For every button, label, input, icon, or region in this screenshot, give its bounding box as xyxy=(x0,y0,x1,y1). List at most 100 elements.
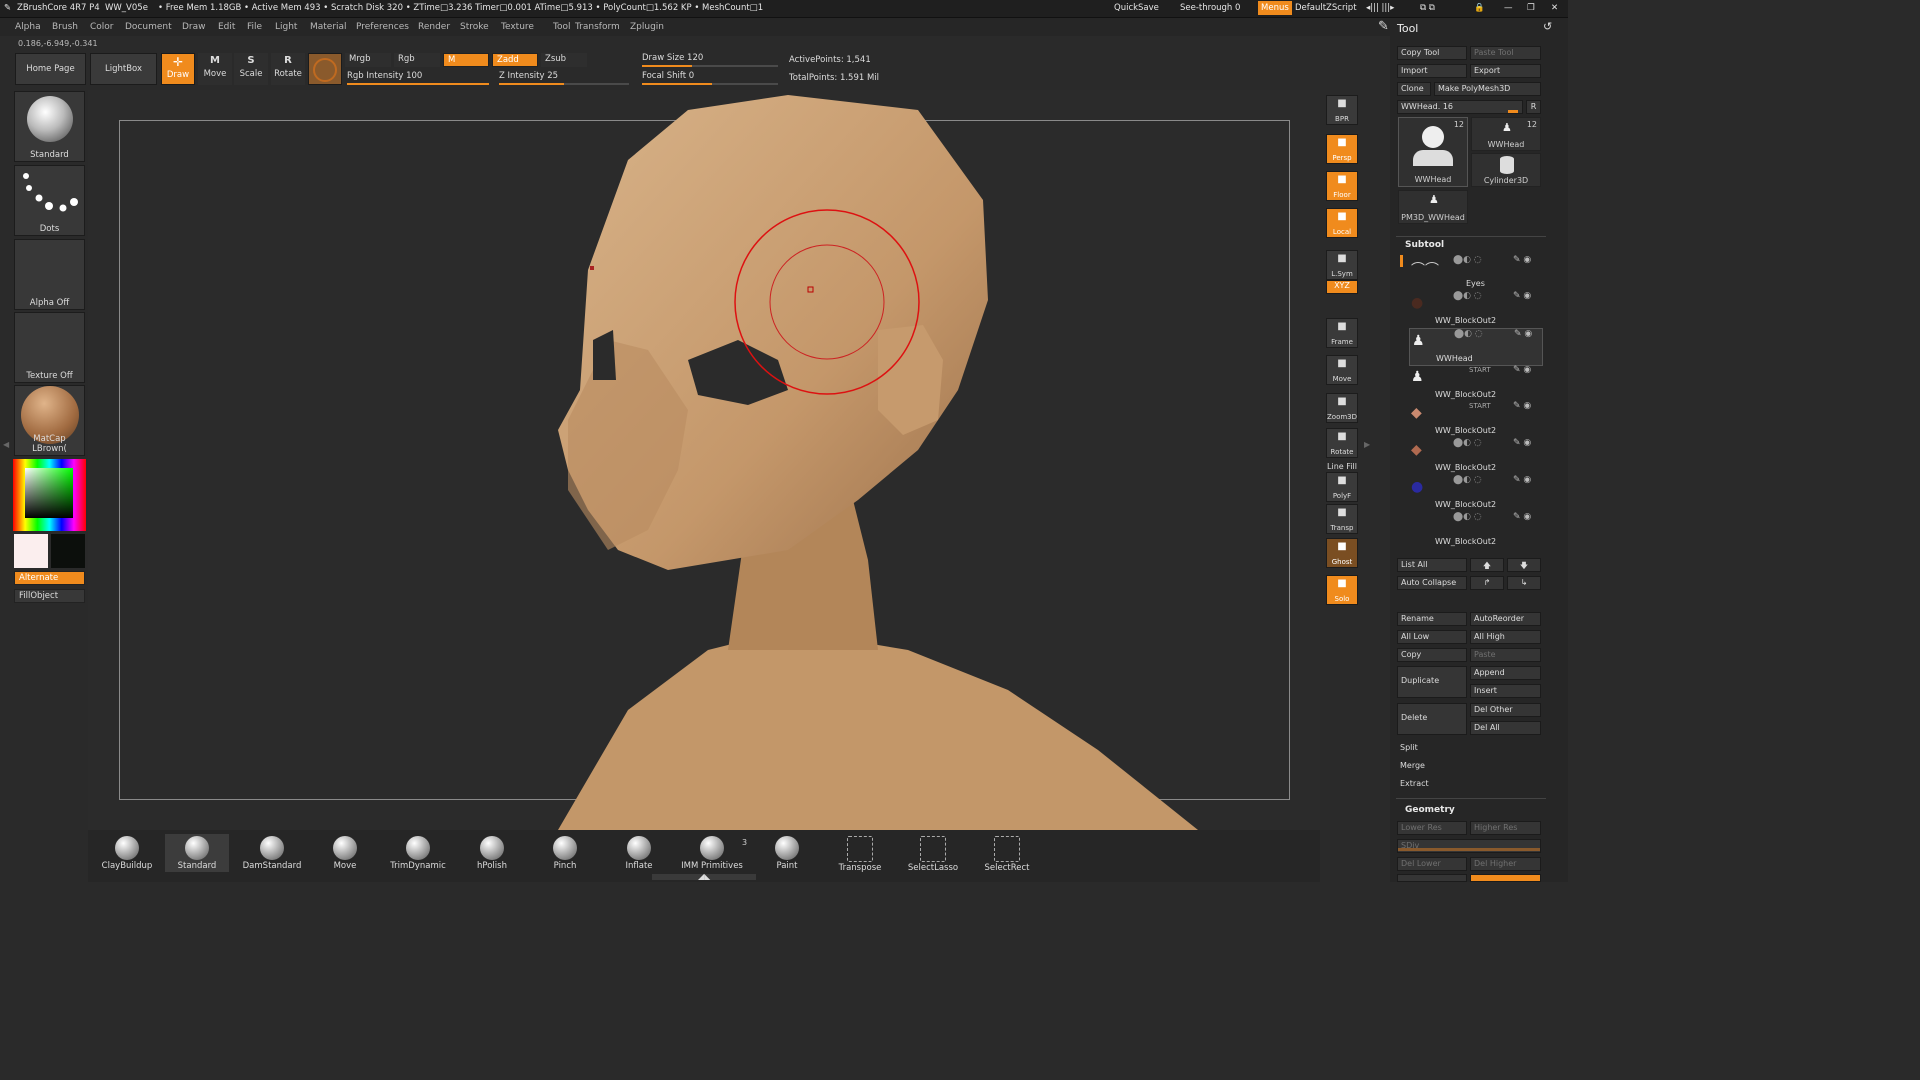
menu-preferences[interactable]: Preferences xyxy=(356,22,409,32)
lock-icon[interactable]: 🔒 xyxy=(1474,3,1485,13)
home-page-button[interactable]: Home Page xyxy=(15,53,86,85)
dock-bpr-button[interactable]: ■ BPR xyxy=(1326,95,1358,125)
sdiv-slider[interactable]: SDiv xyxy=(1397,839,1541,853)
lower-res-button[interactable]: Lower Res xyxy=(1397,821,1467,835)
stroke-selector[interactable]: Dots xyxy=(14,165,85,236)
subtool-row[interactable]: ⌒⌒ ⬤◐ ◌ ✎ ◉ Eyes xyxy=(1409,255,1541,291)
menu-stroke[interactable]: Stroke xyxy=(460,22,489,32)
menus-toggle[interactable]: Menus xyxy=(1258,1,1292,15)
reconstruct-button[interactable] xyxy=(1397,874,1467,882)
import-button[interactable]: Import xyxy=(1397,64,1467,78)
tool-r-button[interactable]: R xyxy=(1526,100,1541,114)
higher-res-button[interactable]: Higher Res xyxy=(1470,821,1541,835)
dock-rotate-button[interactable]: ■ Rotate xyxy=(1326,428,1358,458)
menu-transform[interactable]: Transform xyxy=(575,22,620,32)
color-picker[interactable] xyxy=(13,459,86,531)
subtool-toggles[interactable]: ⬤◐ ◌ xyxy=(1453,438,1482,448)
subtool-toggles[interactable]: ⬤◐ ◌ xyxy=(1453,255,1482,265)
rgb-toggle[interactable]: Rgb xyxy=(394,53,440,67)
right-panel-collapse-icon[interactable]: ▶ xyxy=(1364,440,1370,449)
dock-l-sym-button[interactable]: ■ L.Sym xyxy=(1326,250,1358,280)
subtool-row[interactable]: ◆ ⬤◐ ◌ ✎ ◉ WW_BlockOut2 xyxy=(1409,438,1541,474)
tool-selector-slider[interactable]: WWHead. 16 xyxy=(1397,100,1523,114)
dock-frame-button[interactable]: ■ Frame xyxy=(1326,318,1358,348)
dock-polyf-button[interactable]: ■ PolyF xyxy=(1326,472,1358,502)
alpha-selector[interactable]: Alpha Off xyxy=(14,239,85,310)
dock-local-button[interactable]: ■ Local xyxy=(1326,208,1358,238)
zadd-toggle[interactable]: Zadd xyxy=(492,53,538,67)
subtool-scroll-indicator[interactable] xyxy=(1400,255,1403,267)
menu-alpha[interactable]: Alpha xyxy=(15,22,41,32)
arrow-up-right-icon[interactable]: ↱ xyxy=(1470,576,1504,590)
extract-menu[interactable]: Extract xyxy=(1397,778,1541,792)
subtool-toggles[interactable]: ⬤◐ ◌ xyxy=(1453,475,1482,485)
brush-selector[interactable]: Standard xyxy=(14,91,85,162)
subtool-visibility-icon[interactable]: ✎ ◉ xyxy=(1513,475,1531,485)
draw-size-slider[interactable]: Draw Size 120 xyxy=(642,53,778,69)
brush-imm-primitives-button[interactable]: IMM Primitives xyxy=(680,834,744,872)
dock-persp-button[interactable]: ■ Persp xyxy=(1326,134,1358,164)
subtool-visibility-icon[interactable]: ✎ ◉ xyxy=(1513,512,1531,522)
list-all-button[interactable]: List All xyxy=(1397,558,1467,572)
subtool-row[interactable]: ♟ ⬤◐ ◌ ✎ ◉ WWHead xyxy=(1409,328,1543,366)
rgb-intensity-slider[interactable]: Rgb Intensity 100 xyxy=(347,71,489,87)
insert-button[interactable]: Insert xyxy=(1470,684,1541,698)
brush-selectrect-button[interactable]: SelectRect xyxy=(975,834,1039,873)
dock-zoom3d-button[interactable]: ■ Zoom3D xyxy=(1326,393,1358,423)
dock-floor-button[interactable]: ■ Floor xyxy=(1326,171,1358,201)
subtool-visibility-icon[interactable]: ✎ ◉ xyxy=(1514,329,1532,339)
menu-edit[interactable]: Edit xyxy=(218,22,235,32)
menu-file[interactable]: File xyxy=(247,22,262,32)
menu-brush[interactable]: Brush xyxy=(52,22,78,32)
subtool-section-title[interactable]: Subtool xyxy=(1405,240,1444,250)
tool-pin-icon[interactable]: ✎ xyxy=(1378,19,1389,34)
brush-claybuildup-button[interactable]: ClayBuildup xyxy=(95,834,159,872)
copy-button[interactable]: Copy xyxy=(1397,648,1467,662)
brush-selectlasso-button[interactable]: SelectLasso xyxy=(901,834,965,873)
subtool-visibility-icon[interactable]: ✎ ◉ xyxy=(1513,255,1531,265)
paste-tool-button[interactable]: Paste Tool xyxy=(1470,46,1541,60)
dock-ghost-button[interactable]: ■ Ghost xyxy=(1326,538,1358,568)
del-higher-button[interactable]: Del Higher xyxy=(1470,857,1541,871)
zsub-toggle[interactable]: Zsub xyxy=(541,53,587,67)
clone-button[interactable]: Clone xyxy=(1397,82,1431,96)
geometry-section-title[interactable]: Geometry xyxy=(1405,805,1455,815)
delete-button[interactable]: Delete xyxy=(1397,703,1467,735)
mrgb-toggle[interactable]: Mrgb xyxy=(345,53,391,67)
menu-texture[interactable]: Texture xyxy=(501,22,534,32)
texture-selector[interactable]: Texture Off xyxy=(14,312,85,383)
merge-menu[interactable]: Merge xyxy=(1397,760,1541,774)
draw-mode-button[interactable]: ✛ Draw xyxy=(161,53,195,85)
duplicate-button[interactable]: Duplicate xyxy=(1397,666,1467,698)
move-mode-button[interactable]: M Move xyxy=(198,53,232,85)
focal-shift-slider[interactable]: Focal Shift 0 xyxy=(642,71,778,87)
menu-draw[interactable]: Draw xyxy=(182,22,206,32)
tool-thumb-wwhead-active[interactable]: 12 WWHead xyxy=(1398,117,1468,187)
arrow-down-right-icon[interactable]: ↳ xyxy=(1507,576,1541,590)
move-up-icon[interactable]: 🡅 xyxy=(1470,558,1504,572)
split-menu[interactable]: Split xyxy=(1397,742,1541,756)
move-down-icon[interactable]: 🡇 xyxy=(1507,558,1541,572)
dock-xyz-button[interactable]: XYZ xyxy=(1326,280,1358,294)
secondary-color-swatch[interactable] xyxy=(51,534,85,568)
maximize-icon[interactable]: ❐ xyxy=(1527,3,1535,13)
menu-render[interactable]: Render xyxy=(418,22,450,32)
dock-transp-button[interactable]: ■ Transp xyxy=(1326,504,1358,534)
subtool-row[interactable]: ⬤◐ ◌ ✎ ◉ WW_BlockOut2 xyxy=(1409,512,1541,548)
brush-paint-button[interactable]: Paint xyxy=(755,834,819,872)
brush-hpolish-button[interactable]: hPolish xyxy=(460,834,524,872)
del-other-button[interactable]: Del Other xyxy=(1470,703,1541,717)
rotate-mode-button[interactable]: R Rotate xyxy=(271,53,305,85)
lightbox-button[interactable]: LightBox xyxy=(90,53,157,85)
default-zscript-button[interactable]: DefaultZScript xyxy=(1295,3,1357,13)
menu-color[interactable]: Color xyxy=(90,22,114,32)
menu-layout-icon[interactable]: ◂||| |||▸ xyxy=(1366,3,1394,13)
rename-button[interactable]: Rename xyxy=(1397,612,1467,626)
brush-transpose-button[interactable]: Transpose xyxy=(828,834,892,873)
head-model[interactable] xyxy=(88,90,1320,830)
material-swatch-button[interactable] xyxy=(308,53,342,85)
smt-toggle[interactable] xyxy=(1470,874,1541,882)
brush-pinch-button[interactable]: Pinch xyxy=(533,834,597,872)
subtool-visibility-icon[interactable]: ✎ ◉ xyxy=(1513,291,1531,301)
subtool-row[interactable]: ● ⬤◐ ◌ ✎ ◉ WW_BlockOut2 xyxy=(1409,291,1541,327)
